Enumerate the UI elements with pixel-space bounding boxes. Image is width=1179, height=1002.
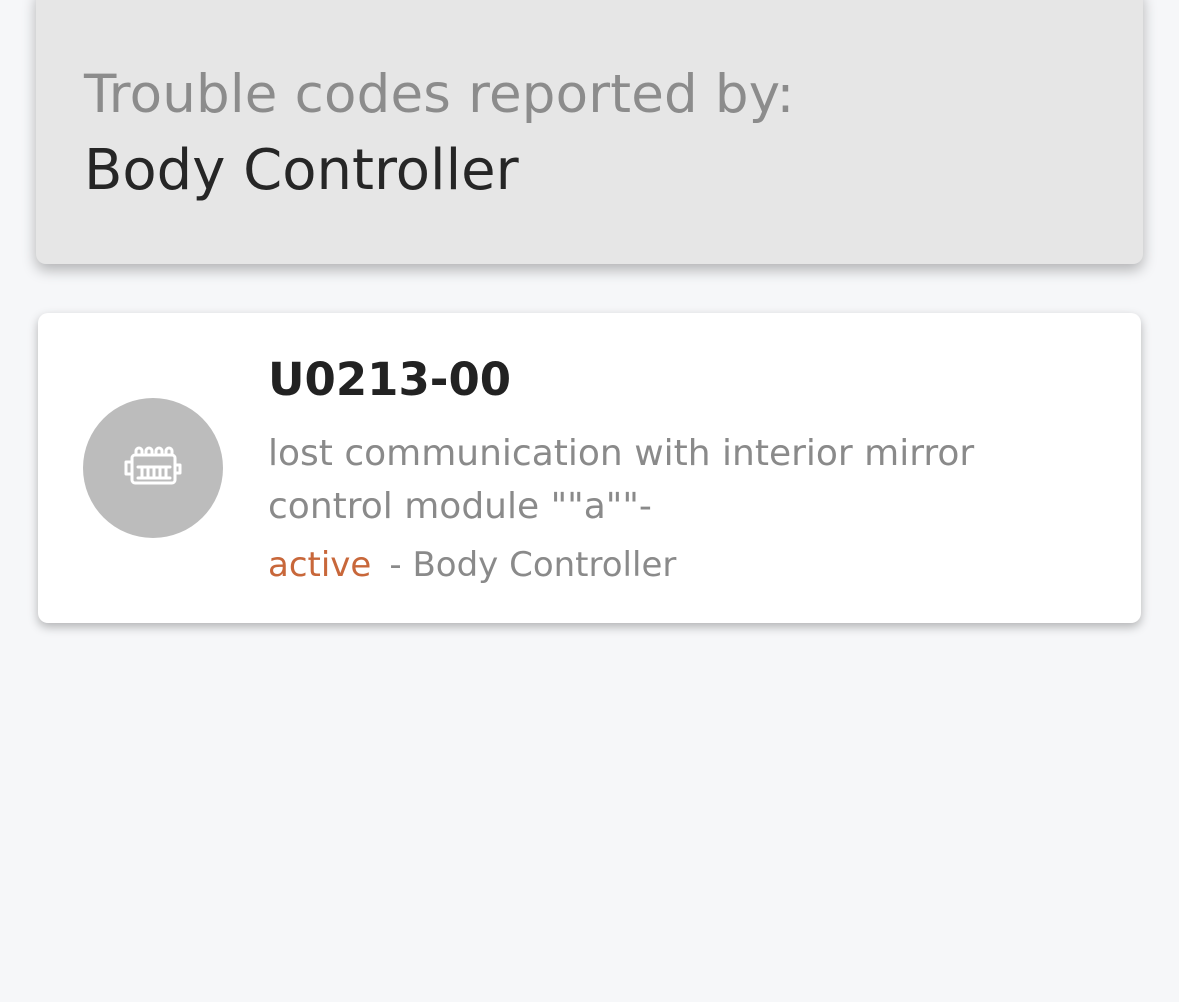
trouble-code-card[interactable]: U0213-00 lost communication with interio…	[38, 313, 1141, 623]
trouble-code: U0213-00	[268, 353, 512, 406]
module-name: Body Controller	[84, 138, 519, 203]
header-label: Trouble codes reported by:	[84, 64, 795, 125]
trouble-code-description: lost communication with interior mirror …	[268, 433, 975, 527]
trouble-code-meta: active - Body Controller	[268, 545, 676, 585]
engine-icon	[124, 446, 182, 485]
status-badge: active	[268, 545, 372, 585]
module-header-card: Trouble codes reported by: Body Controll…	[36, 0, 1143, 264]
reporting-module: Body Controller	[412, 545, 677, 585]
meta-separator: -	[389, 545, 402, 585]
module-icon-badge	[83, 398, 223, 538]
